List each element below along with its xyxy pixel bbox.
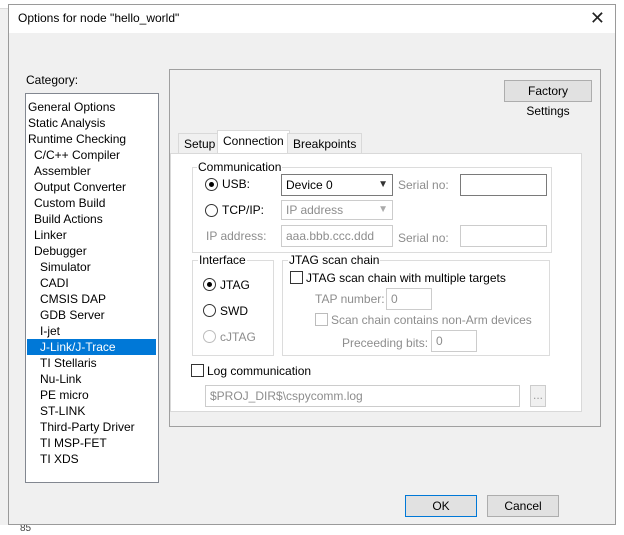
category-item[interactable]: CADI <box>40 275 69 291</box>
category-item[interactable]: TI Stellaris <box>40 355 97 371</box>
preceding-bits-label: Preceeding bits: <box>342 336 429 350</box>
chevron-down-icon: ▼ <box>378 179 388 190</box>
category-item[interactable]: Runtime Checking <box>28 131 126 147</box>
category-item[interactable]: CMSIS DAP <box>40 291 106 307</box>
non-arm-checkbox[interactable] <box>315 313 328 326</box>
close-icon[interactable]: ✕ <box>590 7 605 29</box>
tab-breakpoints[interactable]: Breakpoints <box>287 133 363 153</box>
usb-device-value: Device 0 <box>286 178 333 192</box>
category-item[interactable]: J-Link/J-Trace <box>27 339 156 355</box>
category-item[interactable]: Assembler <box>34 163 91 179</box>
usb-radio[interactable] <box>205 178 218 191</box>
tcpip-value: IP address <box>286 203 344 217</box>
log-path-input[interactable]: $PROJ_DIR$\cspycomm.log <box>205 385 520 407</box>
swd-label: SWD <box>220 304 248 318</box>
tap-number-input[interactable]: 0 <box>386 288 432 310</box>
log-browse-button[interactable]: ... <box>530 385 546 407</box>
category-item[interactable]: Debugger <box>34 243 87 259</box>
ip-address-label: IP address: <box>206 229 267 243</box>
category-item[interactable]: Linker <box>34 227 67 243</box>
category-list[interactable]: General Options Static Analysis Runtime Ch… <box>25 93 159 483</box>
cjtag-radio[interactable] <box>203 330 216 343</box>
category-item[interactable]: I-jet <box>40 323 60 339</box>
category-item[interactable]: Custom Build <box>34 195 105 211</box>
log-communication-checkbox[interactable] <box>191 364 204 377</box>
multiple-targets-checkbox[interactable] <box>290 271 303 284</box>
non-arm-label: Scan chain contains non-Arm devices <box>331 313 532 327</box>
tab-setup[interactable]: Setup <box>178 133 222 153</box>
jtag-scan-chain-title: JTAG scan chain <box>288 253 381 267</box>
usb-label: USB: <box>222 177 251 191</box>
ok-button[interactable]: OK <box>405 495 477 517</box>
cjtag-label: cJTAG <box>220 330 256 344</box>
category-item[interactable]: Nu-Link <box>40 371 81 387</box>
communication-group-title: Communication <box>197 160 283 174</box>
serial-no-input[interactable] <box>460 174 547 196</box>
usb-device-select[interactable]: Device 0 ▼ <box>281 174 393 196</box>
category-item[interactable]: General Options <box>28 99 115 115</box>
category-item[interactable]: Output Converter <box>34 179 126 195</box>
preceding-bits-input[interactable]: 0 <box>431 330 477 352</box>
log-communication-label: Log communication <box>207 364 312 378</box>
factory-settings-button[interactable]: Factory Settings <box>504 80 592 118</box>
category-item[interactable]: ST-LINK <box>40 403 85 419</box>
category-item[interactable]: Static Analysis <box>28 115 105 131</box>
ip-address-input[interactable]: aaa.bbb.ccc.ddd <box>281 225 393 247</box>
interface-group-title: Interface <box>198 253 247 267</box>
dialog-title: Options for node "hello_world" <box>18 11 180 25</box>
background-editor-bottom: 85 <box>0 523 624 535</box>
serial-no-label: Serial no: <box>398 178 449 192</box>
category-item[interactable]: GDB Server <box>40 307 105 323</box>
cancel-button[interactable]: Cancel <box>487 495 559 517</box>
chevron-down-icon: ▼ <box>378 204 388 215</box>
category-item[interactable]: C/C++ Compiler <box>34 147 120 163</box>
serial-no-input-2[interactable] <box>460 225 547 247</box>
swd-radio[interactable] <box>203 304 216 317</box>
title-bar: Options for node "hello_world" ✕ <box>9 5 615 33</box>
category-item[interactable]: TI XDS <box>40 451 79 467</box>
category-item[interactable]: Third-Party Driver <box>40 419 135 435</box>
serial-no-label-2: Serial no: <box>398 231 449 245</box>
multiple-targets-label: JTAG scan chain with multiple targets <box>306 271 506 285</box>
tcpip-select[interactable]: IP address ▼ <box>281 200 393 220</box>
tcpip-label: TCP/IP: <box>222 203 265 217</box>
jtag-radio[interactable] <box>203 278 216 291</box>
category-label: Category: <box>26 73 79 87</box>
category-item[interactable]: Build Actions <box>34 211 103 227</box>
category-item[interactable]: Simulator <box>40 259 91 275</box>
tab-connection[interactable]: Connection <box>217 130 290 154</box>
category-item[interactable]: TI MSP-FET <box>40 435 107 451</box>
jtag-label: JTAG <box>220 278 250 292</box>
category-item[interactable]: PE micro <box>40 387 89 403</box>
tcpip-radio[interactable] <box>205 204 218 217</box>
tap-number-label: TAP number: <box>315 292 385 306</box>
